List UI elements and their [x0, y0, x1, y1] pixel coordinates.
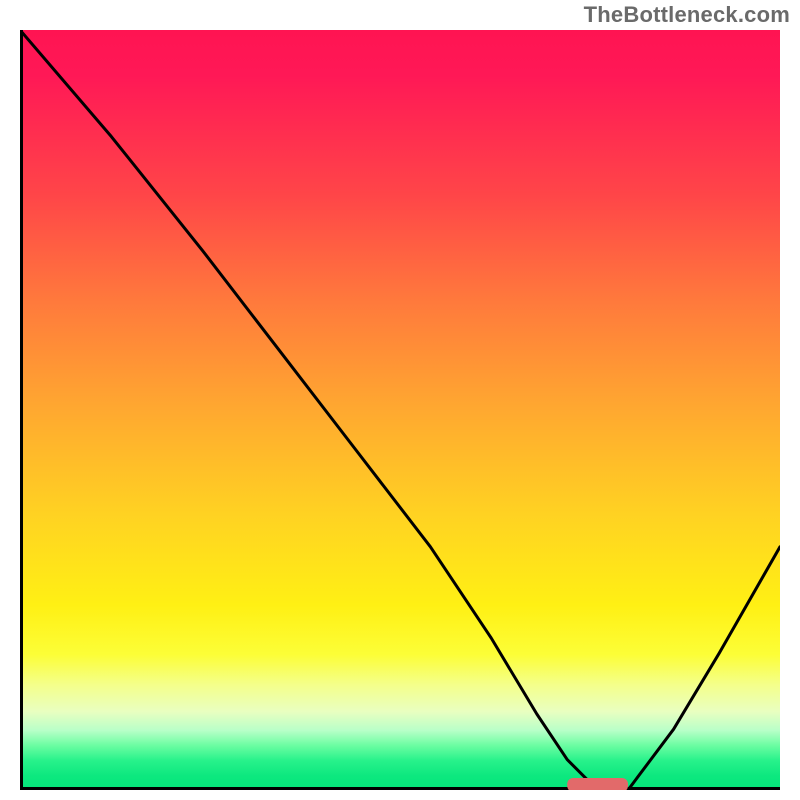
chart-container: TheBottleneck.com — [0, 0, 800, 800]
curve-layer — [20, 30, 780, 790]
watermark-label: TheBottleneck.com — [584, 2, 790, 28]
optimal-marker — [567, 778, 628, 790]
bottleneck-curve — [20, 30, 780, 790]
plot-area — [20, 30, 780, 790]
